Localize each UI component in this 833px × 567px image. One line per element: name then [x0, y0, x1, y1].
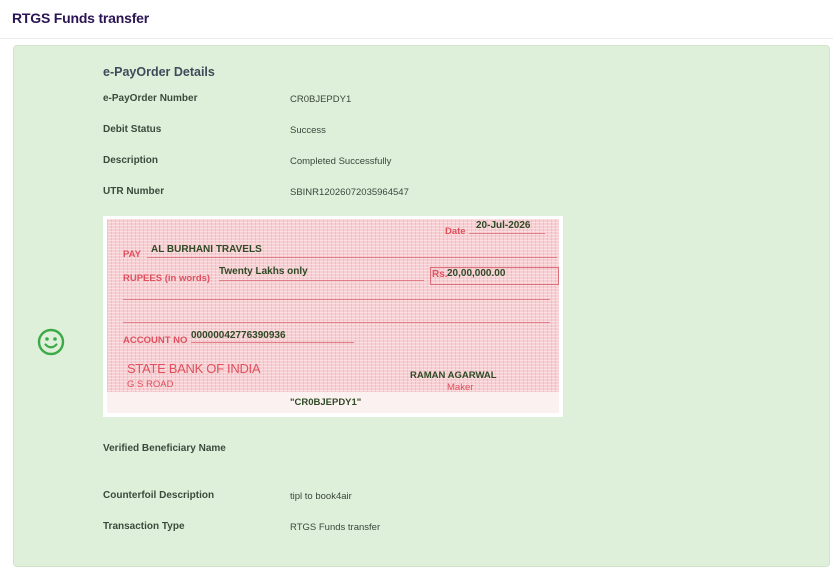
section-heading: e-PayOrder Details: [103, 65, 215, 79]
cheque-rupees-label: RUPEES (in words): [123, 273, 211, 284]
description-label: Description: [103, 155, 159, 166]
epayorder-number-value: CR0BJEPDY1: [290, 94, 352, 105]
debit-status-value: Success: [290, 125, 326, 136]
blank-line-1: [123, 299, 550, 300]
transaction-type-label: Transaction Type: [103, 521, 185, 532]
cheque-payee: AL BURHANI TRAVELS: [151, 244, 262, 255]
utr-number-value: SBINR12026072035964547: [290, 187, 409, 198]
description-value: Completed Successfully: [290, 156, 392, 167]
date-line: [469, 233, 545, 234]
cheque-account-label: ACCOUNT NO: [123, 335, 188, 346]
smiley-icon: [37, 328, 65, 356]
page-title: RTGS Funds transfer: [12, 10, 149, 26]
cheque-date-value: 20-Jul-2026: [476, 220, 531, 231]
page-header: RTGS Funds transfer: [0, 0, 833, 39]
cheque-amount-words: Twenty Lakhs only: [219, 266, 308, 277]
cheque-date-label: Date: [445, 226, 466, 237]
pay-line: [147, 257, 557, 258]
blank-line-2: [123, 322, 550, 323]
cheque-background: Date 20-Jul-2026 PAY AL BURHANI TRAVELS …: [107, 219, 559, 409]
cheque-amount: 20,00,000.00: [447, 268, 506, 279]
epayorder-number-label: e-PayOrder Number: [103, 93, 198, 104]
cheque-branch: G S ROAD: [127, 379, 174, 390]
cheque-signatory: RAMAN AGARWAL: [410, 370, 497, 381]
cheque-pay-label: PAY: [123, 249, 141, 260]
cheque-footer: "CR0BJEPDY1": [107, 392, 559, 413]
verified-beneficiary-label: Verified Beneficiary Name: [103, 443, 226, 454]
debit-status-label: Debit Status: [103, 124, 162, 135]
cheque-account-no: 00000042776390936: [191, 330, 286, 341]
account-line: [191, 342, 354, 343]
counterfoil-description-value: tipl to book4air: [290, 491, 352, 502]
cheque-order-ref: "CR0BJEPDY1": [290, 397, 362, 408]
utr-number-label: UTR Number: [103, 186, 165, 197]
counterfoil-description-label: Counterfoil Description: [103, 490, 215, 501]
cheque-rs-label: Rs.: [432, 269, 448, 280]
epayorder-cheque-image: Date 20-Jul-2026 PAY AL BURHANI TRAVELS …: [103, 216, 563, 417]
rupees-line: [219, 280, 424, 281]
transaction-type-value: RTGS Funds transfer: [290, 522, 381, 533]
cheque-bank-name: STATE BANK OF INDIA: [127, 361, 261, 376]
